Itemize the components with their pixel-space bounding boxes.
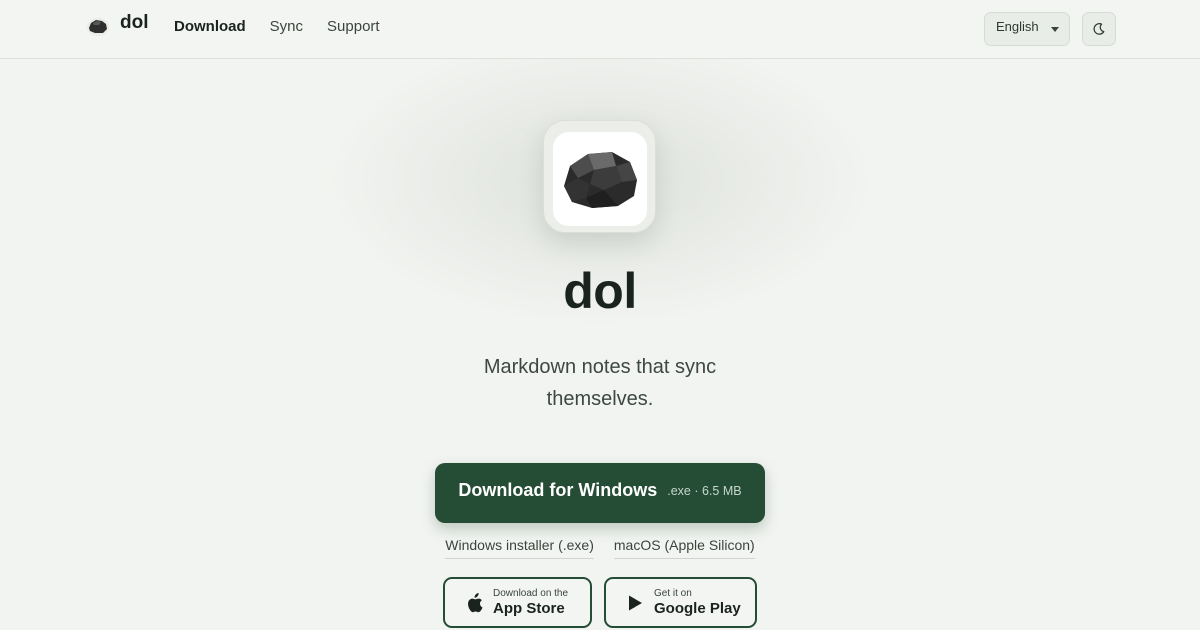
google-play-label: Google Play [654, 600, 741, 617]
download-windows-button[interactable]: Download for Windows .exe · 6.5 MB [435, 463, 765, 523]
stone-icon [87, 18, 109, 36]
language-select[interactable]: English [984, 12, 1070, 46]
download-button-label: Download for Windows [458, 479, 658, 500]
chevron-down-icon [1050, 26, 1059, 32]
app-store-caption: Download on the [493, 588, 569, 599]
download-file-meta: .exe · 6.5 MB [667, 484, 742, 498]
stone-icon [564, 152, 637, 208]
nav-support[interactable]: Support [327, 18, 380, 35]
language-label: English [996, 18, 1039, 34]
moon-icon [1093, 23, 1105, 35]
tagline: Markdown notes that sync themselves. [483, 356, 717, 410]
apple-icon [468, 592, 483, 612]
play-icon [629, 595, 642, 610]
brand-link[interactable]: dol [86, 12, 149, 38]
nav-sync[interactable]: Sync [270, 18, 303, 35]
app-icon-tile [553, 132, 647, 226]
google-play-caption: Get it on [654, 588, 692, 599]
brand-name: dol [120, 12, 149, 33]
nav-download[interactable]: Download [174, 18, 246, 35]
macos-download-link[interactable]: macOS (Apple Silicon) [613, 537, 755, 559]
main-nav: Download Sync Support [174, 18, 380, 35]
windows-installer-link[interactable]: Windows installer (.exe) [445, 537, 594, 559]
app-store-button[interactable]: Download on the App Store [443, 577, 592, 628]
theme-toggle-button[interactable] [1082, 12, 1116, 46]
alternative-downloads: Windows installer (.exe) macOS (Apple Si… [0, 537, 1200, 559]
app-icon [543, 120, 656, 233]
top-navigation-bar: dol Download Sync Support English [0, 0, 1200, 59]
app-store-label: App Store [493, 600, 565, 617]
app-title: dol [563, 263, 637, 319]
google-play-button[interactable]: Get it on Google Play [604, 577, 757, 628]
